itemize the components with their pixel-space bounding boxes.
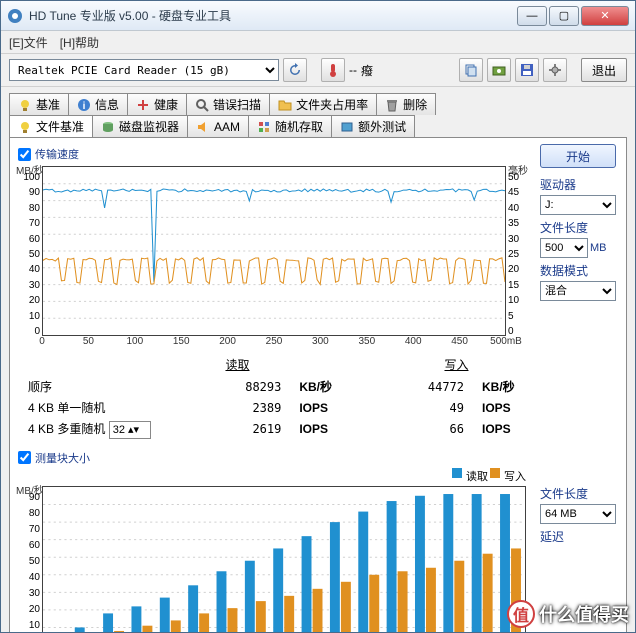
datamode-select[interactable]: 混合 [540,281,616,301]
filelen2-label: 文件长度 [540,485,620,502]
filelen2-select[interactable]: 64 MB [540,504,616,524]
speaker-icon [196,120,210,134]
content-panel: 传输速度 MB/秒 毫秒 1009080706050403020100 5045… [9,137,627,633]
refresh-button[interactable] [283,58,307,82]
transfer-speed-checkbox[interactable] [18,148,31,161]
tab-健康[interactable]: 健康 [127,93,187,115]
tab-额外测试[interactable]: 额外测试 [331,115,415,137]
toolbar: Realtek PCIE Card Reader (15 gB) -- 癈 退出 [1,53,635,87]
transfer-speed-label: 传输速度 [35,146,79,162]
trash-icon [385,98,399,112]
plus-icon [136,98,150,112]
transfer-speed-checkbox-row: 传输速度 [18,146,526,162]
table-row: 顺序88293KB/秒44772KB/秒 [20,377,524,396]
gear-icon [548,63,562,77]
main-pane: 传输速度 MB/秒 毫秒 1009080706050403020100 5045… [10,138,534,633]
chart2-legend: 读取 写入 [18,468,526,484]
thermometer-icon [326,63,340,77]
drive-select[interactable]: J: [540,195,616,215]
refresh-icon [288,63,302,77]
save-button[interactable] [515,58,539,82]
delay-label: 延迟 [540,528,620,545]
svg-text:i: i [83,101,86,112]
tab-文件夹占用率[interactable]: 文件夹占用率 [269,93,377,115]
watermark-icon: 值 [507,600,535,628]
folder-icon [278,98,292,112]
blocksize-label: 测量块大小 [35,450,90,466]
tab-删除[interactable]: 删除 [376,93,436,115]
watermark: 值 什么值得买 [507,600,629,628]
menu-file[interactable]: [E]文件 [9,34,48,51]
bulb-icon [18,120,32,134]
drive-label: 驱动器 [540,176,620,193]
filelen-label: 文件长度 [540,219,620,236]
thread-count-spinner[interactable]: 32 ▴▾ [109,421,151,439]
extra-icon [340,120,354,134]
bulb-icon [18,98,32,112]
app-window: HD Tune 专业版 v5.00 - 硬盘专业工具 — ▢ ✕ [E]文件 [… [0,0,636,633]
menu-help[interactable]: [H]帮助 [60,34,99,51]
results-header: 读取 写入 [18,354,526,375]
camera-icon [492,63,506,77]
write-header: 写入 [444,356,468,373]
start-button[interactable]: 开始 [540,144,616,168]
blocksize-checkbox-row: 测量块大小 [18,450,526,466]
minimize-button[interactable]: — [517,6,547,26]
info-icon: i [77,98,91,112]
blocksize-chart [42,486,526,633]
menu-bar: [E]文件 [H]帮助 [1,31,635,53]
tab-磁盘监视器[interactable]: 磁盘监视器 [92,115,188,137]
screenshot-button[interactable] [487,58,511,82]
table-row: 4 KB 多重随机 32 ▴▾2619IOPS66IOPS [20,419,524,440]
copy-button[interactable] [459,58,483,82]
legend-write: 写入 [504,468,526,484]
temperature-value: -- [349,63,357,77]
results-table: 顺序88293KB/秒44772KB/秒 4 KB 单一随机2389IOPS49I… [18,375,526,442]
filelen-select[interactable]: 500 [540,238,588,258]
tabs-area: 基准i信息健康错误扫描文件夹占用率删除 文件基准磁盘监视器AAM随机存取额外测试 [1,87,635,137]
tab-基准[interactable]: 基准 [9,93,69,115]
side-pane: 开始 驱动器 J: 文件长度 500 MB 数据模式 混合 文件长度 64 MB… [534,138,626,633]
tab-错误扫描[interactable]: 错误扫描 [186,93,270,115]
table-row: 4 KB 单一随机2389IOPS49IOPS [20,398,524,417]
settings-button[interactable] [543,58,567,82]
tab-AAM[interactable]: AAM [187,115,249,137]
title-bar[interactable]: HD Tune 专业版 v5.00 - 硬盘专业工具 — ▢ ✕ [1,1,635,31]
temperature-button[interactable] [321,58,345,82]
app-icon [7,8,23,24]
window-title: HD Tune 专业版 v5.00 - 硬盘专业工具 [29,7,517,24]
filelen-unit: MB [590,242,607,254]
blocksize-checkbox[interactable] [18,451,31,464]
legend-read: 读取 [466,468,488,484]
tab-文件基准[interactable]: 文件基准 [9,115,93,137]
watermark-text: 什么值得买 [539,601,629,627]
device-select[interactable]: Realtek PCIE Card Reader (15 gB) [9,59,279,81]
read-header: 读取 [225,356,249,373]
maximize-button[interactable]: ▢ [549,6,579,26]
disk-icon [101,120,115,134]
close-button[interactable]: ✕ [581,6,629,26]
transfer-chart [42,166,506,336]
floppy-icon [520,63,534,77]
datamode-label: 数据模式 [540,262,620,279]
random-icon [257,120,271,134]
copy-icon [464,63,478,77]
exit-button[interactable]: 退出 [581,58,627,82]
temperature-unit: 癈 [361,62,373,79]
tab-信息[interactable]: i信息 [68,93,128,115]
tab-随机存取[interactable]: 随机存取 [248,115,332,137]
search-icon [195,98,209,112]
